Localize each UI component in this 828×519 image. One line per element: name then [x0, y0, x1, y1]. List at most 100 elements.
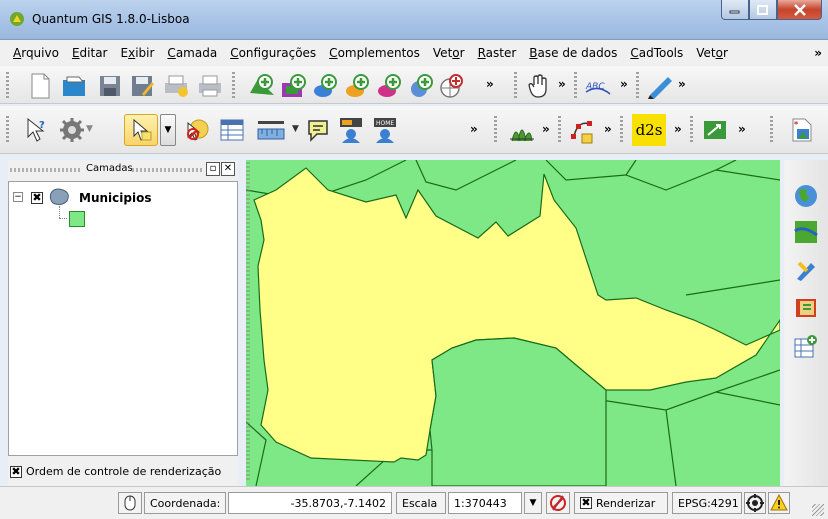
print-composer-icon[interactable]: [162, 72, 190, 100]
coordinate-label: Coordenada:: [144, 492, 226, 514]
label-tool-icon[interactable]: ABC: [584, 72, 612, 100]
close-panel-button[interactable]: ✕: [221, 162, 235, 176]
globe-icon[interactable]: [792, 182, 820, 210]
new-project-icon[interactable]: [26, 72, 54, 100]
messages-button[interactable]: [768, 492, 790, 514]
toolbar-chevron[interactable]: »: [470, 122, 478, 136]
select-features-button[interactable]: [124, 114, 158, 146]
menu-item[interactable]: Raster: [473, 46, 525, 60]
render-toggle[interactable]: ✖ Renderizar: [574, 492, 668, 514]
toolbar-chevron[interactable]: »: [738, 122, 746, 136]
add-raster-layer-icon[interactable]: [280, 72, 308, 100]
menu-item[interactable]: Vetor: [428, 46, 473, 60]
print-icon[interactable]: [196, 72, 224, 100]
menu-item-mnemonic: B: [529, 46, 538, 60]
grass-plugin-icon[interactable]: [508, 116, 536, 144]
coordinate-field[interactable]: -35.8703,-7.1402: [228, 492, 392, 514]
menu-item-text: r: [459, 46, 465, 60]
minimize-button[interactable]: [721, 0, 749, 20]
layers-panel-header: Camadas ▫ ✕: [8, 160, 238, 180]
warning-icon: [770, 494, 788, 511]
dropdown-arrow-icon[interactable]: ▼: [292, 124, 299, 134]
collapse-toggle[interactable]: −: [13, 192, 23, 202]
projection-button[interactable]: [744, 492, 766, 514]
toolbar-chevron[interactable]: »: [542, 122, 550, 136]
menu-item[interactable]: Exibir: [116, 46, 163, 60]
minimize-icon: [729, 10, 740, 13]
menu-item[interactable]: CadTools: [625, 46, 691, 60]
render-checkbox[interactable]: ✖: [580, 497, 592, 509]
toolbar-chevron[interactable]: »: [674, 122, 682, 136]
svg-text:HOME: HOME: [376, 120, 394, 127]
layer-visibility-checkbox[interactable]: ✖: [31, 192, 43, 204]
scale-field[interactable]: 1:370443: [448, 492, 522, 514]
scale-label: Escala: [396, 492, 446, 514]
toolbar-chevron[interactable]: »: [604, 122, 612, 136]
home-position-icon[interactable]: [338, 116, 366, 144]
toolbar-chevron[interactable]: »: [620, 77, 628, 91]
add-wfs-layer-icon[interactable]: [438, 72, 466, 100]
home-icon[interactable]: HOME: [372, 116, 400, 144]
measure-line-icon[interactable]: [254, 116, 288, 144]
d2s-plugin-button[interactable]: d2s: [632, 114, 666, 146]
status-bar: Coordenada: -35.8703,-7.1402 Escala 1:37…: [0, 486, 828, 519]
crs-indicator[interactable]: EPSG:4291: [672, 492, 742, 514]
mouse-coord-toggle[interactable]: [118, 492, 142, 514]
close-button[interactable]: [777, 0, 822, 20]
add-vector-layer-icon[interactable]: [248, 72, 276, 100]
float-panel-button[interactable]: ▫: [206, 162, 220, 176]
digitize-pencil-icon[interactable]: [646, 72, 674, 100]
resize-grip[interactable]: [812, 504, 824, 516]
settings-gear-icon[interactable]: [58, 116, 86, 144]
select-mode-dropdown[interactable]: ▼: [160, 114, 176, 146]
layer-symbol-swatch[interactable]: [69, 211, 85, 227]
add-spatialite-layer-icon[interactable]: [344, 72, 372, 100]
menu-item-mnemonic: C: [329, 46, 338, 60]
menu-item[interactable]: Arquivo: [8, 46, 67, 60]
dropdown-arrow-icon: ▼: [164, 125, 172, 135]
render-order-checkbox[interactable]: ✖: [10, 465, 22, 478]
raster-map-icon[interactable]: [792, 218, 820, 246]
deselect-features-icon[interactable]: [184, 116, 212, 144]
map-tips-icon[interactable]: [304, 116, 332, 144]
render-order-control[interactable]: ✖ Ordem de controle de renderização: [10, 465, 221, 478]
node-tool-icon[interactable]: [568, 116, 596, 144]
menu-item[interactable]: Base de dados: [524, 46, 625, 60]
save-project-icon[interactable]: [96, 72, 124, 100]
scale-dropdown[interactable]: ▼: [524, 492, 542, 514]
georeferencer-icon[interactable]: [702, 116, 730, 144]
add-mssql-layer-icon[interactable]: [376, 72, 404, 100]
pan-icon[interactable]: [524, 72, 552, 100]
maximize-button[interactable]: [749, 0, 777, 20]
menu-item-text: onfigurações: [238, 46, 317, 60]
menu-overflow-chevron[interactable]: »: [814, 46, 822, 60]
menu-item[interactable]: Camada: [162, 46, 225, 60]
layer-name[interactable]: Municipios: [79, 191, 151, 205]
layers-panel: Camadas ▫ ✕ − ✖ Municipios ✖ Ordem de co…: [8, 160, 238, 486]
float-icon: ▫: [209, 163, 217, 174]
window-title: Quantum GIS 1.8.0-Lisboa: [32, 12, 190, 26]
add-wms-layer-icon[interactable]: [408, 72, 436, 100]
attribute-table-icon[interactable]: [218, 116, 246, 144]
toolbar-chevron[interactable]: »: [678, 77, 686, 91]
menu-item[interactable]: Editar: [67, 46, 116, 60]
dropdown-arrow-icon[interactable]: ▼: [86, 124, 93, 134]
new-shapefile-icon[interactable]: *: [788, 116, 816, 144]
menu-bar: Arquivo Editar Exibir Camada Configurações Co…: [0, 40, 828, 66]
whats-this-icon[interactable]: ?: [22, 116, 50, 144]
toolbar-chevron[interactable]: »: [486, 77, 494, 91]
add-postgis-layer-icon[interactable]: [312, 72, 340, 100]
layout-book-icon[interactable]: [792, 294, 820, 322]
save-as-icon[interactable]: [128, 72, 156, 100]
add-feature-table-icon[interactable]: [792, 332, 820, 360]
menu-item[interactable]: Complementos: [324, 46, 428, 60]
menu-item-text: Vet: [432, 46, 453, 60]
edit-brush-icon[interactable]: [792, 256, 820, 284]
toolbar-chevron[interactable]: »: [558, 77, 566, 91]
stop-render-button[interactable]: [546, 492, 570, 514]
menu-item[interactable]: Vetor: [691, 46, 736, 60]
open-project-icon[interactable]: [60, 72, 88, 100]
map-canvas[interactable]: [246, 160, 780, 486]
menu-item[interactable]: Configurações: [225, 46, 324, 60]
menu-item-text: ase de dados: [537, 46, 618, 60]
